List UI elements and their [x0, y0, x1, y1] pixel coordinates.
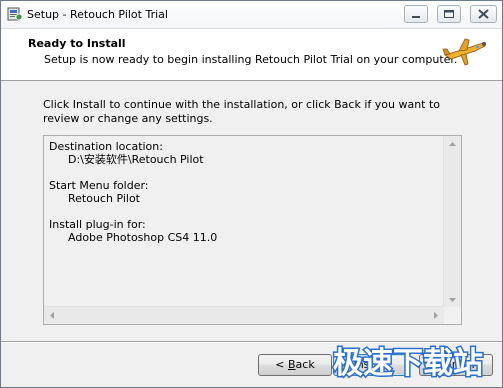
back-button[interactable]: < Back [258, 354, 332, 376]
minimize-button[interactable] [404, 5, 428, 23]
back-rest: ack [295, 358, 315, 371]
memo-content: Destination location: D:\安装软件\Retouch Pi… [49, 140, 443, 244]
start-menu-value: Retouch Pilot [68, 192, 140, 205]
maximize-button[interactable] [437, 5, 461, 23]
cancel-button[interactable]: Cancel [419, 354, 493, 376]
window-title: Setup - Retouch Pilot Trial [27, 8, 168, 21]
setup-window: Setup - Retouch Pilot Trial Ready to Ins… [0, 0, 503, 388]
close-button[interactable] [470, 5, 497, 23]
destination-value: D:\安装软件\Retouch Pilot [68, 153, 204, 166]
plugin-value: Adobe Photoshop CS4 11.0 [68, 231, 218, 244]
maximize-icon [444, 10, 454, 18]
ready-memo[interactable]: Destination location: D:\安装软件\Retouch Pi… [43, 135, 462, 325]
scroll-corner [444, 307, 461, 324]
install-button[interactable]: Install [333, 354, 407, 376]
install-rest: nstall [356, 358, 387, 371]
scroll-left-icon[interactable] [44, 307, 61, 324]
close-icon [478, 9, 489, 19]
footer-divider [1, 341, 502, 343]
instructions-text: Click Install to continue with the insta… [43, 98, 441, 125]
page-title: Ready to Install [28, 37, 126, 50]
page-subtitle: Setup is now ready to begin installing R… [44, 53, 458, 66]
back-prefix: < [275, 358, 288, 371]
setup-app-icon [7, 7, 23, 21]
airplane-logo-icon [442, 38, 486, 66]
title-bar[interactable]: Setup - Retouch Pilot Trial [1, 1, 502, 29]
vertical-scrollbar[interactable] [443, 136, 461, 308]
plugin-label: Install plug-in for: [49, 218, 146, 231]
scroll-right-icon[interactable] [427, 307, 444, 324]
wizard-header: Ready to Install Setup is now ready to b… [1, 29, 502, 81]
minimize-icon [412, 16, 420, 18]
destination-label: Destination location: [49, 140, 163, 153]
scroll-up-icon[interactable] [444, 136, 461, 153]
back-accel: B [288, 358, 296, 371]
start-menu-label: Start Menu folder: [49, 179, 149, 192]
scroll-down-icon[interactable] [444, 291, 461, 308]
horizontal-scrollbar[interactable] [44, 306, 444, 324]
